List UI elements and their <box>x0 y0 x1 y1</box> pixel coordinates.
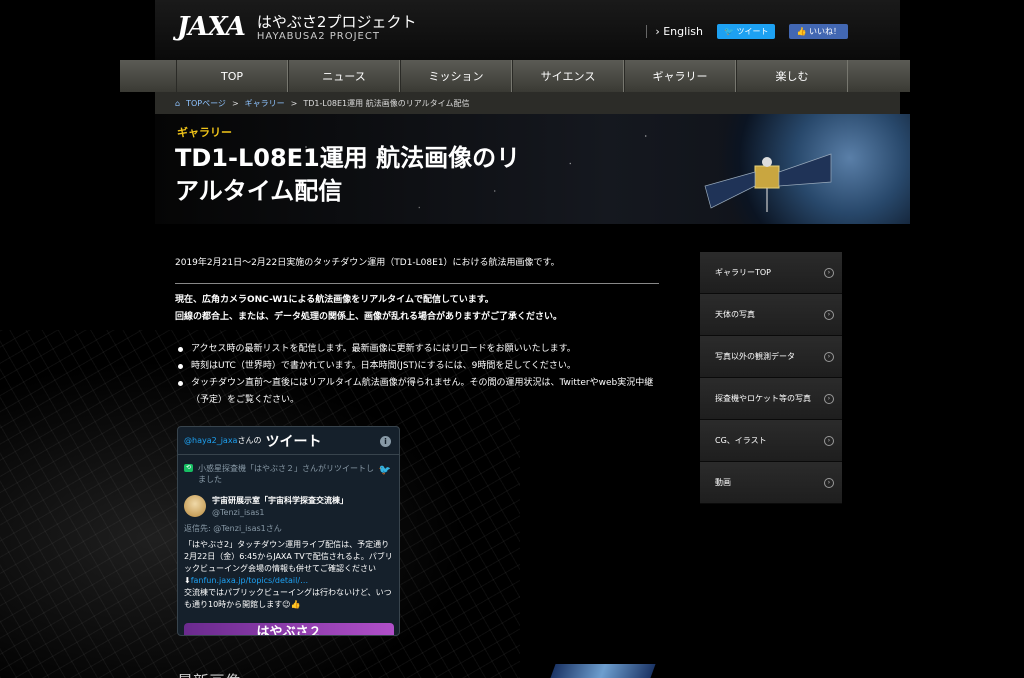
hayabusa2-satellite-icon <box>704 153 832 212</box>
info-icon[interactable]: i <box>380 436 391 447</box>
tweet-text: 「はやぶさ2」タッチダウン運用ライブ配信は、予定通り2月22日（金）6:45から… <box>184 539 394 611</box>
twitter-widget-title: ツイート <box>265 433 322 450</box>
twitter-widget-header: @haya2_jaxa さんの ツイート i <box>178 427 399 455</box>
intro-text: 2019年2月21日～2月22日実施のタッチダウン運用（TD1-L08E1）にお… <box>175 258 560 268</box>
twitter-bird-icon[interactable]: 🐦 <box>379 465 391 476</box>
sidebar-item-label: 探査機やロケット等の写真 <box>715 394 811 403</box>
like-button-label: いいね！ <box>809 27 841 36</box>
notice-line-1: 現在、広角カメラONC-W1による航法画像をリアルタイムで配信しています。 <box>175 295 494 305</box>
info-list-item: 時刻はUTC（世界時）で書かれています。日本時間(JST)にするには、9時間を足… <box>175 358 660 375</box>
tweet-reply-to: 返信先: @Tenzi_isas1さん <box>184 524 282 533</box>
english-link[interactable]: › English <box>646 25 703 38</box>
tweet-button[interactable]: 🐦 ツイート <box>716 24 776 39</box>
nav-item-top[interactable]: TOP <box>176 60 288 92</box>
jaxa-logo: JAXA <box>177 12 246 42</box>
tweet-image[interactable]: はやぶさ２ <box>184 623 394 635</box>
notice-block: 現在、広角カメラONC-W1による航法画像をリアルタイムで配信しています。 回線… <box>175 292 562 326</box>
satellite-thumbnail <box>550 664 656 678</box>
english-link-label: English <box>663 25 703 38</box>
chevron-right-icon: › <box>824 267 834 278</box>
tweet-text-part-2: 交流棟ではパブリックビューイングは行わないけど、いつも通り10時から開館します😉… <box>184 588 392 609</box>
sidebar-item-cg-illustrations[interactable]: CG、イラスト › <box>700 420 842 462</box>
breadcrumb: ⌂ TOPページ > ギャラリー > TD1-L08E1運用 航法画像のリアルタ… <box>155 92 900 114</box>
nav-item-science[interactable]: サイエンス <box>512 60 624 92</box>
tweet-button-label: ツイート <box>736 27 769 36</box>
twitter-handle-suffix: さんの <box>237 436 262 445</box>
nav-item-enjoy[interactable]: 楽しむ <box>736 60 848 92</box>
sidebar-item-observation-data[interactable]: 写真以外の観測データ › <box>700 336 842 378</box>
site-logo[interactable]: JAXA はやぶさ2プロジェクト HAYABUSA2 PROJECT <box>177 12 416 42</box>
like-button[interactable]: 👍 いいね！ <box>789 24 848 39</box>
breadcrumb-separator: > <box>231 98 239 108</box>
main-nav: TOP ニュース ミッション サイエンス ギャラリー 楽しむ <box>120 60 910 92</box>
site-title: はやぶさ2プロジェクト <box>256 12 417 31</box>
tweet-author-name[interactable]: 宇宙研展示室「宇宙科学探査交流棟」 <box>212 495 348 506</box>
gallery-sidebar: ギャラリーTOP › 天体の写真 › 写真以外の観測データ › 探査機やロケット等の写… <box>700 252 842 504</box>
latest-images-heading: 最新画像 <box>177 668 241 678</box>
sidebar-item-label: ギャラリーTOP <box>715 268 772 277</box>
notice-line-2: 回線の都合上、または、データ処理の関係上、画像が乱れる場合がありますがご了承くだ… <box>175 312 563 322</box>
avatar[interactable] <box>184 495 206 517</box>
breadcrumb-home[interactable]: TOPページ <box>186 98 226 109</box>
retweet-note: ⟲ 小惑星探査機「はやぶさ２」さんがリツイートしました <box>184 463 379 485</box>
twitter-handle-link[interactable]: @haya2_jaxa <box>184 436 237 445</box>
hero-category: ギャラリー <box>177 126 232 139</box>
sidebar-item-label: 写真以外の観測データ <box>715 352 795 361</box>
nav-item-gallery[interactable]: ギャラリー <box>624 60 736 92</box>
home-icon: ⌂ <box>175 98 181 108</box>
retweet-note-text: 小惑星探査機「はやぶさ２」さんがリツイートしました <box>198 464 374 484</box>
info-list: アクセス時の最新リストを配信します。最新画像に更新するにはリロードをお願いいたし… <box>175 341 660 409</box>
info-list-item: タッチダウン直前〜直後にはリアルタイム航法画像が得られません。その間の運用状況は… <box>175 375 660 409</box>
tweet-author-handle[interactable]: @Tenzi_isas1 <box>212 508 265 517</box>
divider <box>175 283 659 284</box>
nav-item-mission[interactable]: ミッション <box>400 60 512 92</box>
chevron-right-icon: › <box>824 435 834 446</box>
breadcrumb-separator: > <box>290 98 298 108</box>
sidebar-item-celestial-photos[interactable]: 天体の写真 › <box>700 294 842 336</box>
chevron-right-icon: › <box>824 309 834 320</box>
sidebar-item-label: CG、イラスト <box>715 436 767 445</box>
chevron-right-icon: › <box>824 351 834 362</box>
nav-item-news[interactable]: ニュース <box>288 60 400 92</box>
breadcrumb-gallery[interactable]: ギャラリー <box>245 98 285 109</box>
sidebar-item-label: 天体の写真 <box>715 310 755 319</box>
sidebar-item-spacecraft-photos[interactable]: 探査機やロケット等の写真 › <box>700 378 842 420</box>
site-header: JAXA はやぶさ2プロジェクト HAYABUSA2 PROJECT › Eng… <box>155 0 900 60</box>
breadcrumb-current: TD1-L08E1運用 航法画像のリアルタイム配信 <box>303 98 470 108</box>
sidebar-item-gallery-top[interactable]: ギャラリーTOP › <box>700 252 842 294</box>
page-title: TD1-L08E1運用 航法画像のリアルタイム配信 <box>175 144 521 205</box>
sidebar-item-videos[interactable]: 動画 › <box>700 462 842 504</box>
chevron-right-icon: › <box>824 393 834 404</box>
hero-banner: ギャラリー TD1-L08E1運用 航法画像のリアルタイム配信 <box>155 114 910 224</box>
info-list-item: アクセス時の最新リストを配信します。最新画像に更新するにはリロードをお願いいたし… <box>175 341 660 358</box>
twitter-timeline-widget[interactable]: @haya2_jaxa さんの ツイート i ⟲ 小惑星探査機「はやぶさ２」さん… <box>177 426 400 636</box>
tweet-link[interactable]: fanfun.jaxa.jp/topics/detail/… <box>191 576 308 585</box>
chevron-right-icon: › <box>824 477 834 488</box>
site-subtitle: HAYABUSA2 PROJECT <box>256 30 380 42</box>
header-links: › English 🐦 ツイート 👍 いいね！ <box>646 24 848 39</box>
sidebar-item-label: 動画 <box>715 478 731 487</box>
retweet-icon: ⟲ <box>184 464 193 472</box>
